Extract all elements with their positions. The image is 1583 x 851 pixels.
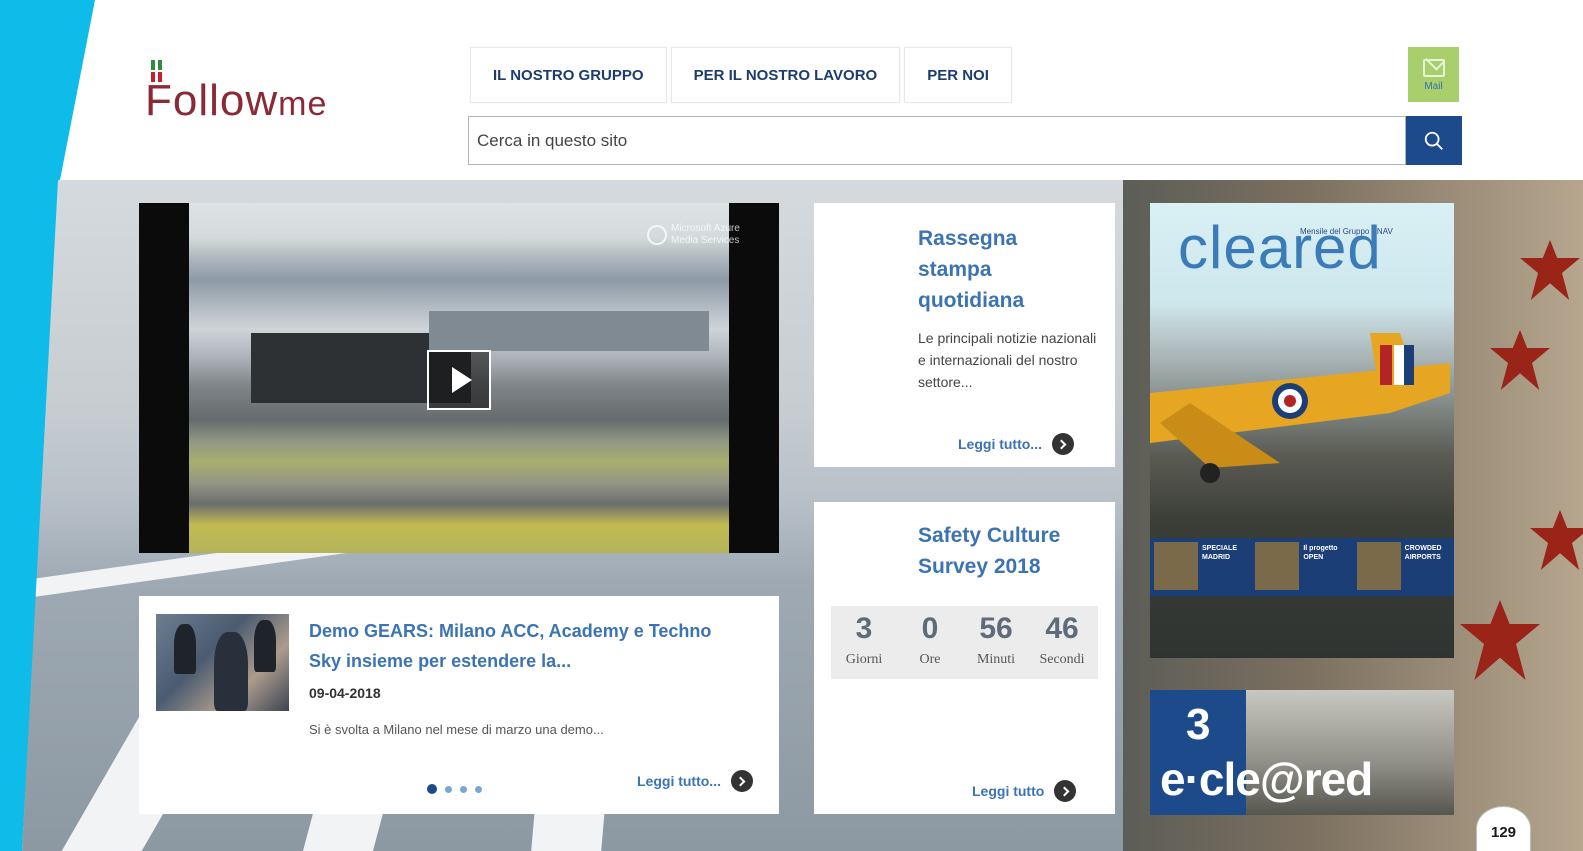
mail-label: Mail: [1424, 81, 1443, 92]
page-number-badge: 129: [1476, 806, 1531, 851]
survey-title[interactable]: Safety Culture Survey 2018: [918, 520, 1098, 582]
carousel-dots: [427, 784, 482, 794]
arrow-right-icon: [730, 770, 753, 792]
press-review-title[interactable]: Rassegna stampa quotidiana: [918, 223, 1078, 316]
countdown-days-value: 3: [855, 612, 873, 645]
ecleared-banner[interactable]: 3 e·cle@red: [1150, 690, 1454, 815]
countdown-days: 3 Giorni: [831, 606, 897, 679]
countdown-seconds: 46 Secondi: [1029, 606, 1095, 679]
logo-text-main: Follow: [145, 76, 279, 125]
news-card: Demo GEARS: Milano ACC, Academy e Techno…: [139, 596, 779, 814]
magazine-highlight: CROWDED AIRPORTS: [1353, 538, 1454, 596]
cleared-magazine-cover[interactable]: Mensile del Gruppo ENAV cleared SPECIALE…: [1150, 203, 1454, 658]
news-thumbnail[interactable]: [156, 614, 289, 711]
countdown-minutes-label: Minuti: [976, 652, 1016, 667]
countdown-hours-label: Ore: [919, 652, 941, 667]
magazine-masthead: cleared: [1178, 214, 1382, 281]
countdown-timer: 3 Giorni 0 Ore 56 Minuti 46 Secondi: [831, 606, 1098, 679]
search-button[interactable]: [1406, 116, 1462, 165]
press-review-text: Le principali notizie nazionali e intern…: [918, 330, 1097, 390]
news-title[interactable]: Demo GEARS: Milano ACC, Academy e Techno…: [309, 616, 739, 676]
arrow-right-icon: [1051, 433, 1074, 455]
play-button[interactable]: [427, 350, 491, 410]
news-excerpt: Si è svolta a Milano nel mese di marzo u…: [309, 722, 604, 737]
search-icon: [1424, 131, 1443, 150]
news-read-more-link[interactable]: Leggi tutto...: [637, 770, 753, 792]
news-date: 09-04-2018: [309, 685, 381, 701]
nav-per-noi[interactable]: PER NOI: [904, 47, 1012, 103]
carousel-dot[interactable]: [475, 785, 482, 793]
news-read-more-label: Leggi tutto...: [637, 773, 721, 789]
countdown-minutes: 56 Minuti: [963, 606, 1029, 679]
countdown-hours-value: 0: [921, 612, 939, 645]
ecleared-logo: e·cle@red: [1160, 753, 1373, 805]
followme-logo[interactable]: Followme: [145, 60, 405, 140]
arrow-right-icon: [1054, 780, 1077, 802]
press-read-more-label: Leggi tutto...: [958, 436, 1042, 452]
nav-per-il-nostro-lavoro[interactable]: PER IL NOSTRO LAVORO: [670, 47, 901, 103]
carousel-dot[interactable]: [445, 785, 452, 793]
magazine-highlight: SPECIALE MADRID: [1150, 538, 1251, 596]
logo-text-sub: me: [278, 85, 328, 123]
search-input[interactable]: [468, 116, 1406, 165]
envelope-icon: [1422, 59, 1445, 77]
countdown-hours: 0 Ore: [897, 606, 963, 679]
press-review-card: Rassegna stampa quotidiana Le principali…: [814, 203, 1115, 467]
magazine-highlights-strip: SPECIALE MADRID Il progetto OPEN CROWDED…: [1150, 538, 1454, 596]
countdown-minutes-value: 56: [979, 612, 1013, 645]
carousel-dot[interactable]: [460, 785, 467, 793]
survey-read-more-label: Leggi tutto: [972, 783, 1045, 799]
mail-button[interactable]: Mail: [1408, 47, 1459, 102]
video-player[interactable]: Microsoft Azure Media Services: [139, 203, 779, 553]
logo-wordmark: Followme: [145, 76, 327, 126]
survey-read-more-link[interactable]: Leggi tutto: [972, 780, 1077, 802]
ecleared-issue-number: 3: [1186, 700, 1211, 749]
top-navigation: IL NOSTRO GRUPPO PER IL NOSTRO LAVORO PE…: [470, 47, 1012, 103]
countdown-days-label: Giorni: [845, 652, 883, 667]
page: Followme IL NOSTRO GRUPPO PER IL NOSTRO …: [0, 0, 1583, 851]
countdown-seconds-label: Secondi: [1039, 652, 1085, 667]
press-read-more-link[interactable]: Leggi tutto...: [958, 433, 1074, 455]
carousel-dot[interactable]: [427, 784, 437, 794]
survey-card: Safety Culture Survey 2018 3 Giorni 0 Or…: [814, 502, 1115, 814]
search-bar: [468, 116, 1462, 165]
countdown-seconds-value: 46: [1045, 612, 1079, 645]
magazine-highlight: Il progetto OPEN: [1251, 538, 1352, 596]
video-watermark: Microsoft Azure Media Services: [647, 223, 757, 247]
airplane-illustration: [1150, 333, 1450, 483]
nav-il-nostro-gruppo[interactable]: IL NOSTRO GRUPPO: [470, 47, 667, 103]
